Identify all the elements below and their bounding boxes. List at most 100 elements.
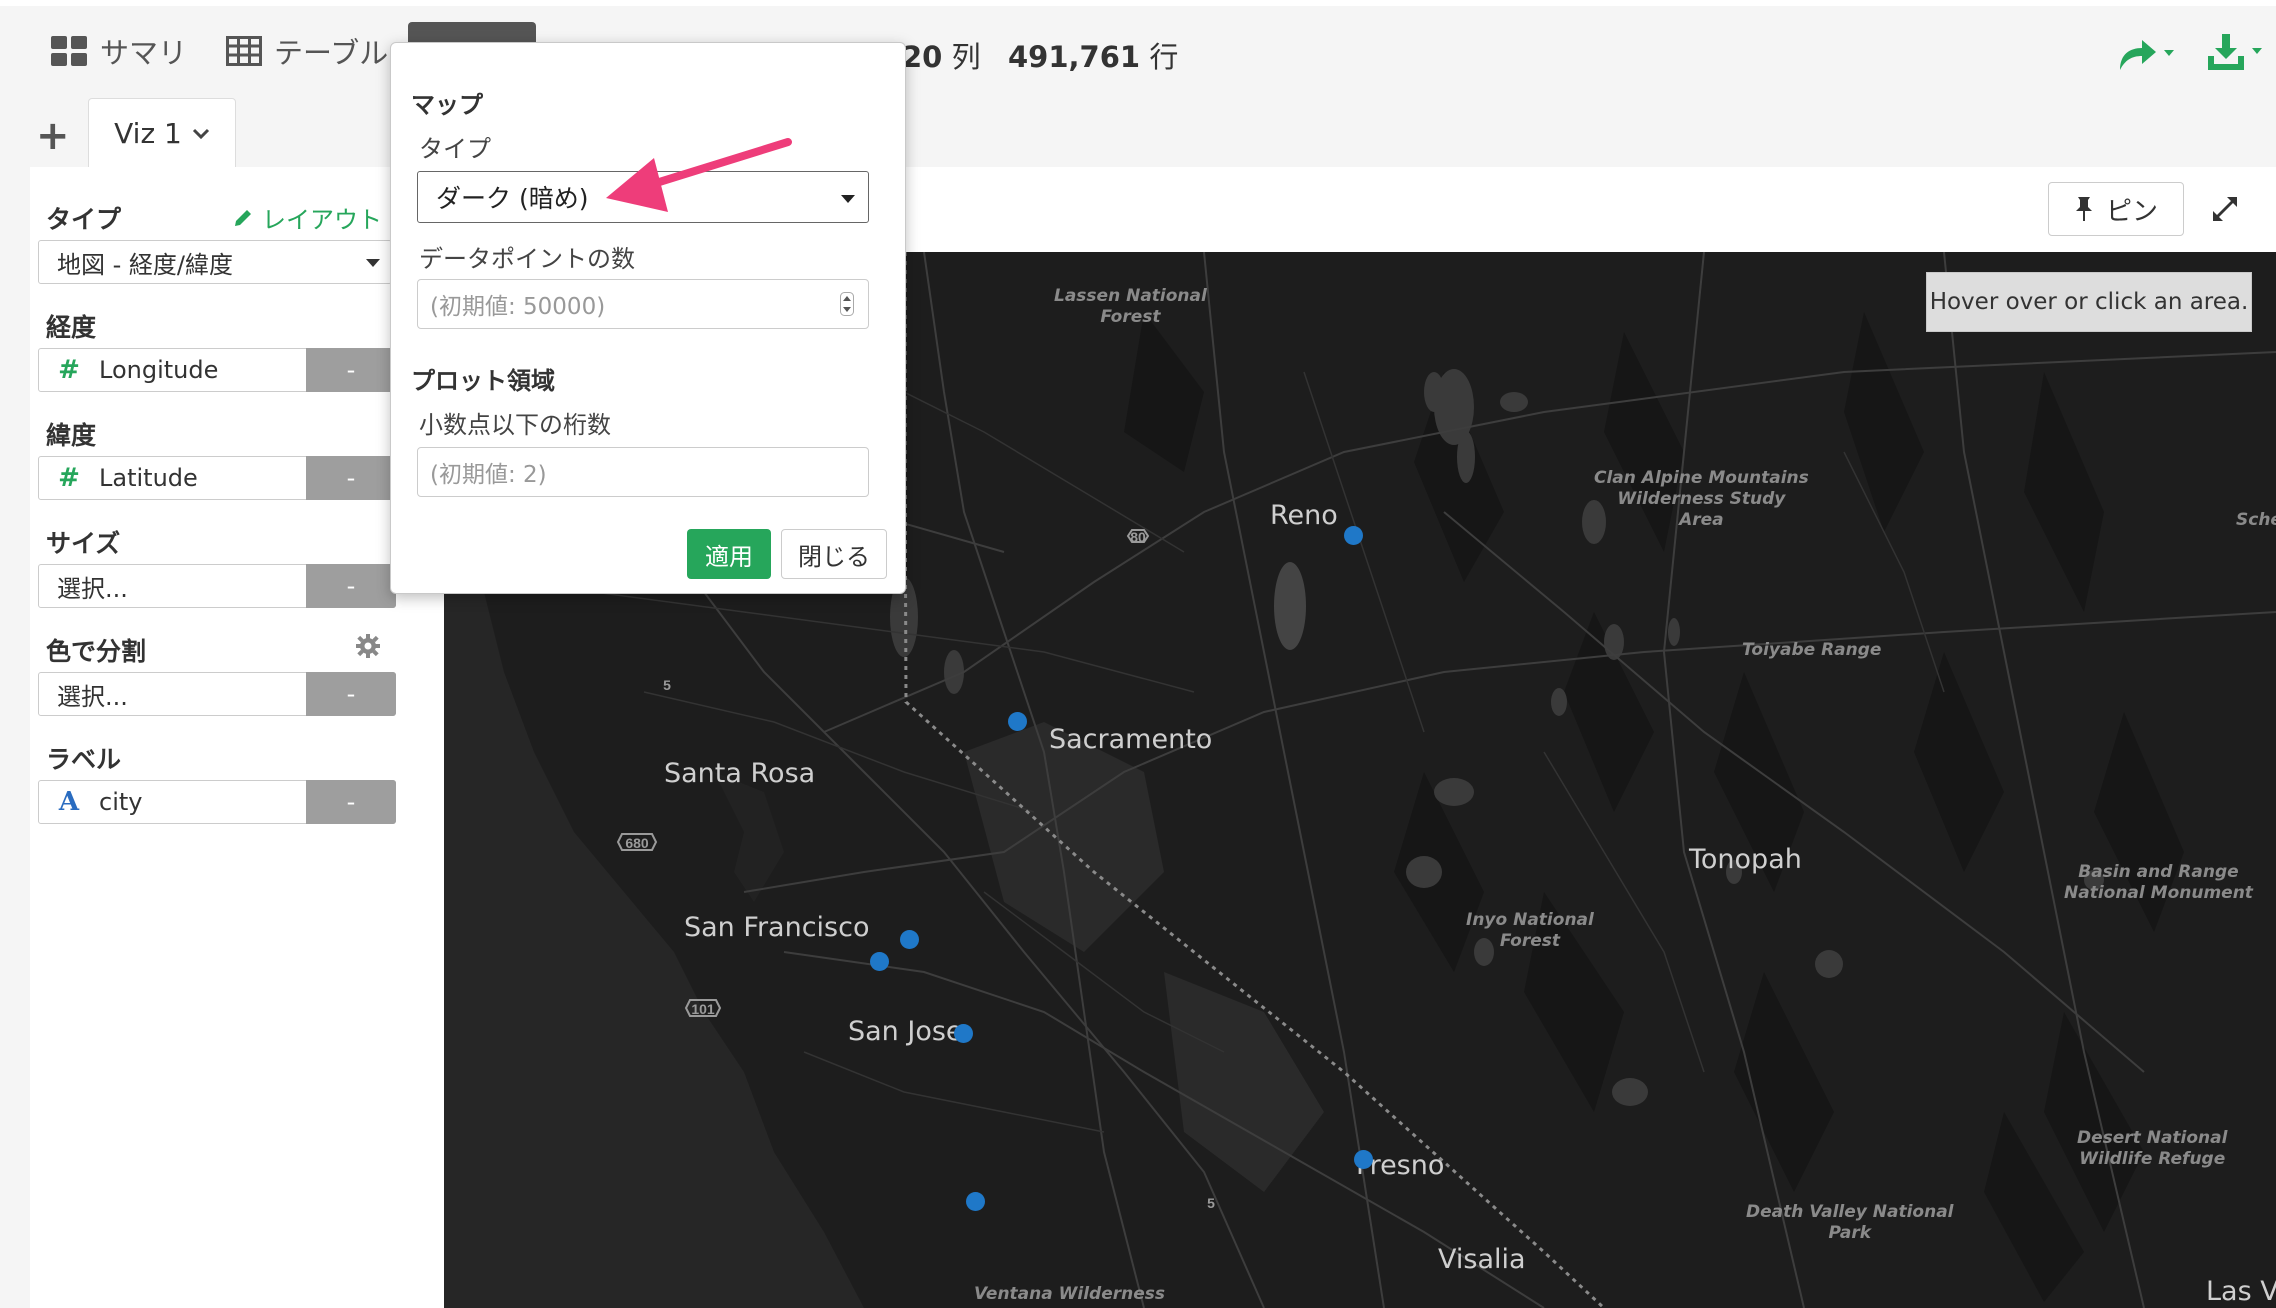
- area-label-basin-range: Basin and Range National Monument: [2064, 862, 2253, 903]
- city-label-las-vegas: Las V: [2206, 1276, 2276, 1307]
- road-shield-5a: 5: [663, 677, 671, 693]
- tab-chart-active[interactable]: [408, 22, 536, 42]
- add-viz-button[interactable]: +: [36, 113, 70, 159]
- latitude-label: 緯度: [46, 421, 97, 450]
- longitude-value: Longitude: [99, 356, 219, 384]
- row-count: 491,761 行: [1008, 34, 1178, 76]
- tab-viz-1-label: Viz 1: [114, 117, 182, 150]
- road-shield-101: 101: [691, 1001, 715, 1017]
- hover-tooltip: Hover over or click an area.: [1926, 272, 2252, 332]
- gear-icon[interactable]: [356, 634, 380, 658]
- plot-area-heading: プロット領域: [411, 367, 555, 395]
- share-arrow-icon: [2120, 40, 2174, 70]
- area-label-toiyabe: Toiyabe Range: [1742, 640, 1882, 660]
- label-value: city: [99, 788, 143, 816]
- color-label: 色で分割: [46, 637, 147, 666]
- tab-table-label: テーブル: [274, 36, 389, 70]
- city-label-reno: Reno: [1270, 500, 1338, 531]
- datapoints-placeholder: (初期値: 50000): [430, 294, 606, 320]
- decimals-placeholder: (初期値: 2): [430, 462, 547, 488]
- label-field[interactable]: A city -: [38, 780, 396, 824]
- size-field[interactable]: 選択... -: [38, 564, 396, 608]
- road-shield-680: 680: [625, 835, 649, 851]
- color-placeholder: 選択...: [57, 682, 128, 711]
- table-icon: [226, 36, 262, 66]
- expand-icon[interactable]: [2210, 194, 2240, 224]
- map-point-oakland[interactable]: [900, 930, 919, 949]
- tab-table[interactable]: テーブル: [226, 28, 388, 74]
- grid-icon: [51, 36, 87, 66]
- area-label-ventana: Ventana Wilderness: [974, 1284, 1166, 1304]
- column-count-value: 20: [902, 40, 943, 74]
- remove-size-button[interactable]: -: [306, 564, 396, 608]
- share-button[interactable]: [2116, 36, 2182, 76]
- number-icon: #: [58, 355, 80, 385]
- area-label-clan-alpine: Clan Alpine Mountains Wilderness Study A…: [1594, 468, 1809, 530]
- size-placeholder: 選択...: [57, 574, 128, 603]
- map-point-sacramento[interactable]: [1008, 712, 1027, 731]
- city-label-tonopah: Tonopah: [1689, 844, 1802, 875]
- caret-down-icon: [841, 195, 855, 203]
- longitude-label: 経度: [46, 313, 97, 342]
- column-count: 20 列: [902, 34, 981, 76]
- decimals-input[interactable]: (初期値: 2): [417, 447, 869, 497]
- number-spinner-icon[interactable]: [840, 292, 854, 316]
- area-label-desert-nwr: Desert National Wildlife Refuge: [2077, 1128, 2228, 1169]
- remove-longitude-button[interactable]: -: [306, 348, 396, 392]
- label-label: ラベル: [46, 745, 122, 774]
- tab-summary[interactable]: サマリ: [50, 28, 187, 74]
- city-label-sacramento: Sacramento: [1049, 724, 1213, 755]
- latitude-field[interactable]: # Latitude -: [38, 456, 396, 500]
- tab-viz-1[interactable]: Viz 1: [88, 98, 236, 168]
- annotation-arrow: [606, 138, 792, 212]
- datapoints-input[interactable]: (初期値: 50000): [417, 279, 869, 329]
- datapoints-label: データポイントの数: [419, 245, 635, 273]
- map-point-fresno[interactable]: [1354, 1150, 1373, 1169]
- layout-link[interactable]: レイアウト: [232, 200, 382, 235]
- remove-latitude-button[interactable]: -: [306, 456, 396, 500]
- row-count-unit: 行: [1149, 40, 1179, 74]
- area-label-inyo: Inyo National Forest: [1466, 910, 1594, 951]
- map-heading: マップ: [411, 91, 483, 119]
- longitude-field[interactable]: # Longitude -: [38, 348, 396, 392]
- column-count-unit: 列: [951, 40, 981, 74]
- chart-type-value: 地図 - 経度/緯度: [57, 250, 234, 279]
- pin-button[interactable]: ピン: [2048, 182, 2184, 236]
- city-label-visalia: Visalia: [1438, 1244, 1526, 1275]
- size-label: サイズ: [46, 529, 121, 558]
- city-label-san-jose: San Jose: [848, 1016, 963, 1047]
- color-field[interactable]: 選択... -: [38, 672, 396, 716]
- latitude-value: Latitude: [99, 464, 198, 492]
- caret-down-icon: [366, 259, 380, 267]
- pencil-icon: [235, 209, 251, 226]
- area-label-sche: Sche: [2236, 510, 2276, 530]
- city-label-san-francisco: San Francisco: [684, 912, 870, 943]
- map-point-san-jose[interactable]: [954, 1024, 973, 1043]
- text-type-icon: A: [58, 787, 80, 817]
- layout-link-label: レイアウト: [262, 206, 382, 234]
- decimals-label: 小数点以下の桁数: [419, 411, 611, 439]
- number-icon: #: [58, 463, 80, 493]
- top-bar: サマリ テーブル 20 列 491,761 行: [0, 0, 2276, 95]
- remove-color-button[interactable]: -: [306, 672, 396, 716]
- remove-label-button[interactable]: -: [306, 780, 396, 824]
- map-point-santa-cruz[interactable]: [966, 1192, 985, 1211]
- chart-type-select[interactable]: 地図 - 経度/緯度: [38, 240, 392, 284]
- tab-summary-label: サマリ: [100, 36, 188, 70]
- row-count-value: 491,761: [1008, 40, 1141, 74]
- download-icon: [2208, 34, 2262, 70]
- download-button[interactable]: [2206, 32, 2270, 76]
- top-divider: [0, 0, 2276, 6]
- map-point-reno[interactable]: [1344, 526, 1363, 545]
- road-shield-5b: 5: [1207, 1195, 1215, 1211]
- pin-icon: [2075, 197, 2092, 221]
- area-label-death-valley: Death Valley National Park: [1746, 1202, 1954, 1243]
- chevron-down-icon: [192, 128, 209, 139]
- pin-label: ピン: [2105, 196, 2158, 227]
- map-point-san-francisco[interactable]: [870, 952, 889, 971]
- type-label: タイプ: [46, 205, 122, 234]
- city-label-santa-rosa: Santa Rosa: [664, 758, 816, 789]
- map-type-value: ダーク (暗め): [436, 184, 589, 213]
- apply-button[interactable]: 適用: [687, 529, 771, 579]
- close-button[interactable]: 閉じる: [781, 529, 887, 579]
